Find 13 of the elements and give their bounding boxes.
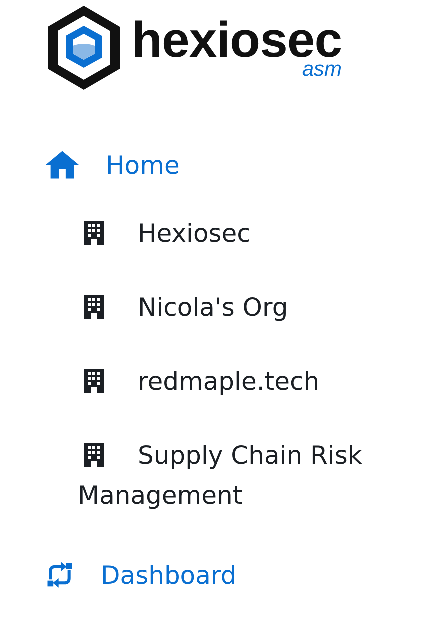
- building-icon: [84, 295, 104, 319]
- building-icon: [84, 221, 104, 245]
- organization-link[interactable]: Hexiosec: [78, 214, 378, 254]
- nav-link[interactable]: Home: [106, 150, 180, 180]
- organization-link[interactable]: Nicola's Org: [78, 288, 378, 328]
- nav-link[interactable]: Dashboard: [101, 560, 237, 590]
- building-icon: [84, 443, 104, 467]
- organization-link[interactable]: redmaple.tech: [78, 362, 378, 402]
- home-icon: [46, 151, 79, 179]
- logo-icon: [46, 6, 122, 90]
- building-icon: [84, 369, 104, 393]
- organization-link[interactable]: Supply Chain Risk Management: [78, 436, 378, 516]
- sync-icon: [46, 561, 74, 589]
